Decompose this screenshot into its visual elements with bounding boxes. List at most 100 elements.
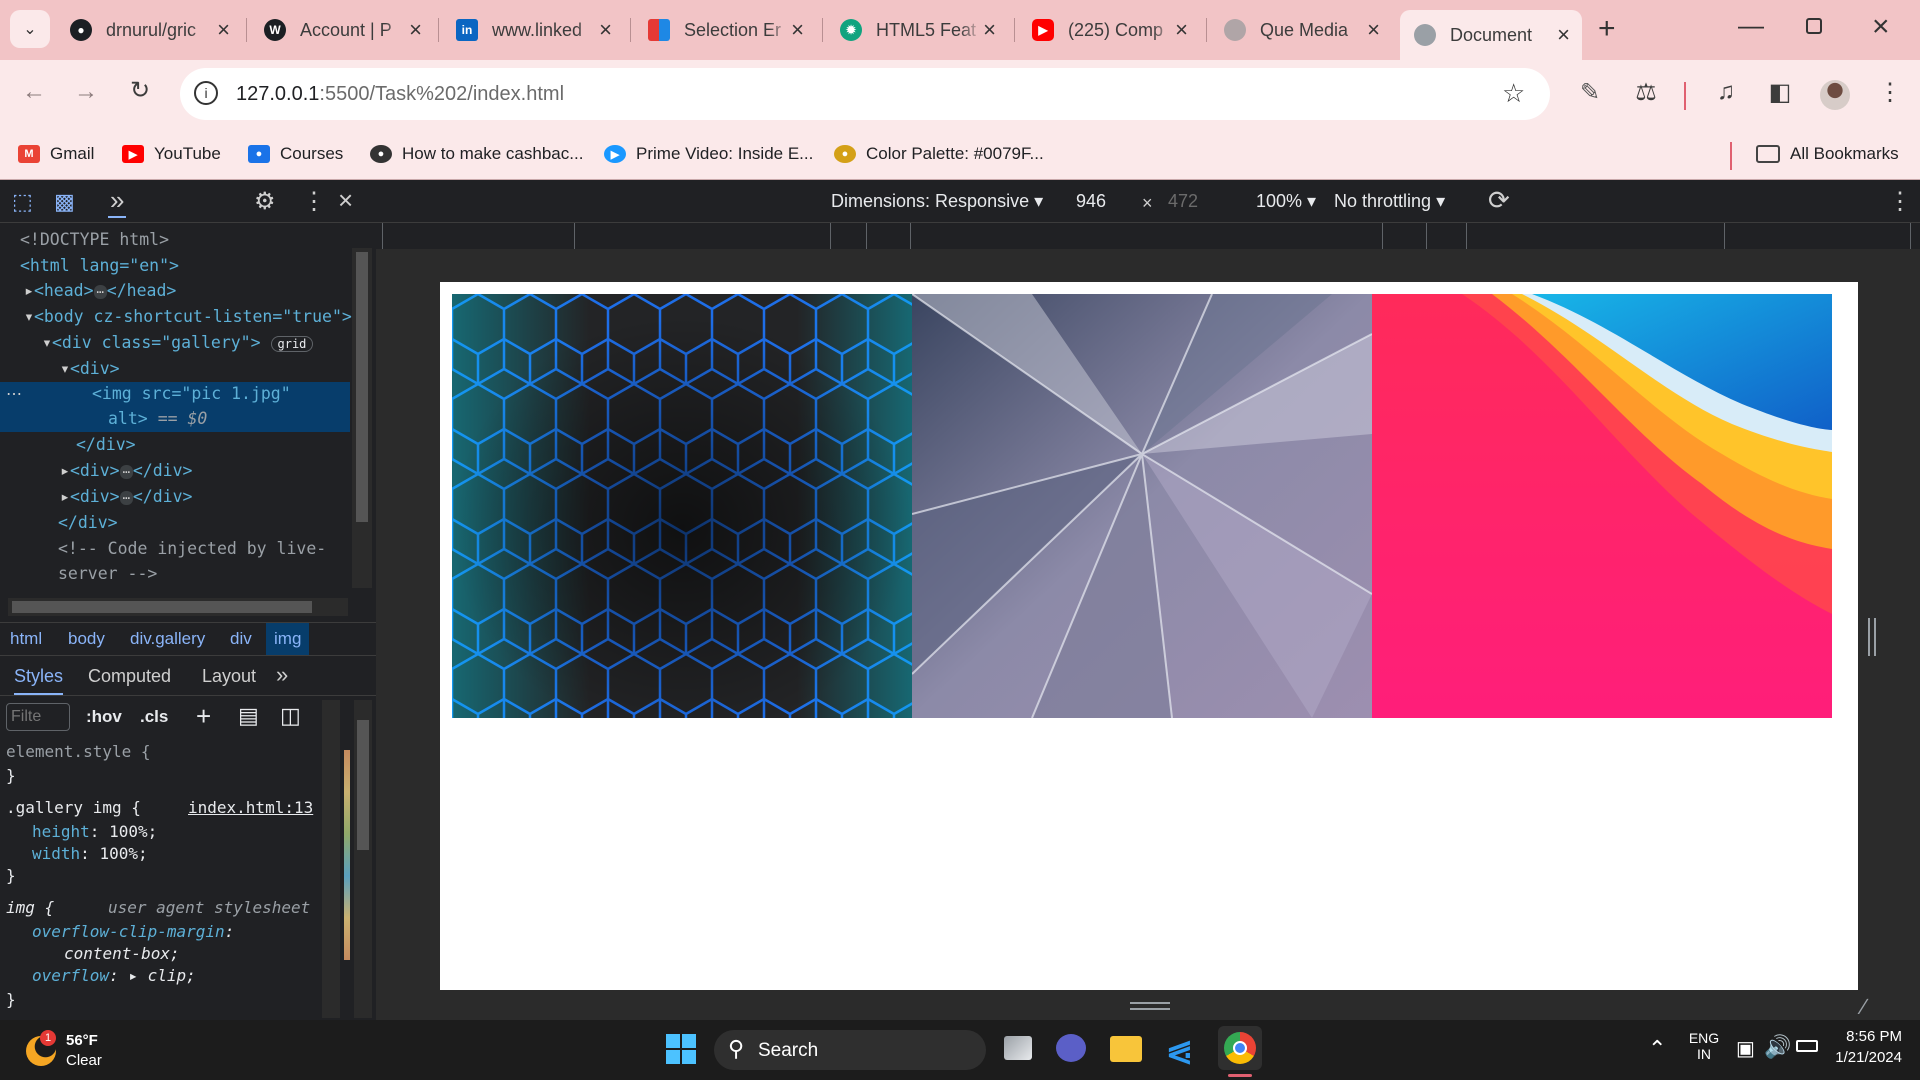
weather-widget[interactable]: 1 56°F Clear	[26, 1030, 146, 1072]
device-options-menu-icon[interactable]: ⋮	[1888, 187, 1912, 216]
breadcrumb-div-gallery[interactable]: div.gallery	[130, 629, 205, 649]
bookmark-gmail[interactable]: M Gmail	[18, 144, 94, 164]
styles-scrollbar[interactable]	[322, 700, 340, 1018]
network-icon[interactable]: ▣	[1736, 1036, 1755, 1061]
throttling-dropdown[interactable]: No throttling ▾	[1334, 191, 1445, 212]
pen-icon[interactable]: ✎	[1570, 78, 1610, 107]
viewport-width-input[interactable]: 946	[1076, 191, 1106, 212]
dom-head[interactable]: ▸<head> ⋯ </head>	[24, 281, 176, 300]
battery-icon[interactable]	[1796, 1040, 1818, 1052]
inspect-element-icon[interactable]: ⬚	[12, 189, 33, 215]
tab-search-button[interactable]: ⌄	[10, 10, 50, 48]
start-button[interactable]	[666, 1034, 696, 1064]
device-toolbar-icon[interactable]: ▩	[54, 189, 75, 215]
gallery-img-selector[interactable]: .gallery img {	[6, 798, 141, 817]
teams-chat-icon[interactable]	[1056, 1034, 1086, 1062]
bookmark-prime-video[interactable]: ▶ Prime Video: Inside E...	[604, 144, 813, 164]
show-hidden-icons[interactable]: ⌃	[1648, 1036, 1666, 1062]
language-indicator[interactable]: ENG IN	[1686, 1030, 1722, 1062]
sidebar-toggle-icon[interactable]: ◫	[280, 703, 301, 729]
paint-brush-icon[interactable]: ▤	[238, 703, 259, 729]
more-tabs-icon[interactable]: »	[108, 185, 127, 218]
bookmark-cashback[interactable]: ● How to make cashbac...	[370, 144, 583, 164]
close-window-button[interactable]: ×	[1872, 10, 1890, 44]
settings-gear-icon[interactable]: ⚙	[254, 187, 276, 216]
back-button[interactable]: ←	[14, 78, 54, 106]
close-tab-icon[interactable]: ×	[1175, 17, 1188, 43]
tab-document[interactable]: Document ×	[1400, 10, 1582, 60]
tab-selection[interactable]: Selection Er ×	[648, 10, 804, 50]
vscode-icon[interactable]: ⪗	[1166, 1032, 1193, 1070]
tab-account[interactable]: W Account | P ×	[264, 10, 422, 50]
reload-button[interactable]: ↻	[120, 76, 160, 105]
breadcrumb-html[interactable]: html	[10, 629, 42, 649]
more-menu-icon[interactable]: ⋮	[1870, 78, 1910, 107]
dimensions-dropdown[interactable]: Dimensions: Responsive ▾	[831, 191, 1043, 212]
close-tab-icon[interactable]: ×	[1367, 17, 1380, 43]
devtools-outer-scrollbar[interactable]	[354, 700, 372, 1018]
zoom-dropdown[interactable]: 100% ▾	[1256, 191, 1316, 212]
tab-linkedin[interactable]: in www.linked ×	[456, 10, 612, 50]
dom-div-open[interactable]: ▾<div>	[60, 359, 120, 378]
dom-img-node-end[interactable]: alt> == $0	[108, 409, 207, 428]
volume-icon[interactable]: 🔊	[1764, 1034, 1791, 1060]
close-tab-icon[interactable]: ×	[409, 17, 422, 43]
dom-gallery[interactable]: ▾<div class="gallery"> grid	[42, 333, 314, 352]
address-bar[interactable]: i 127.0.0.1:5500/Task%202/index.html ☆	[180, 68, 1550, 120]
dom-html[interactable]: <html lang="en">	[20, 256, 179, 275]
forward-button[interactable]: →	[66, 78, 106, 106]
node-actions-ellipsis-icon[interactable]: ⋯	[6, 384, 22, 404]
site-info-icon[interactable]: i	[194, 81, 218, 105]
element-style-rule[interactable]: element.style {	[6, 742, 151, 761]
devtools-menu-icon[interactable]: ⋮	[302, 187, 326, 216]
class-toggle[interactable]: .cls	[140, 707, 168, 727]
viewport-resize-handle-right[interactable]	[1868, 618, 1876, 656]
bookmark-youtube[interactable]: ▶ YouTube	[122, 144, 221, 164]
restore-button[interactable]	[1806, 18, 1822, 34]
file-explorer-icon[interactable]	[1110, 1036, 1142, 1062]
dom-img-node[interactable]: <img src="pic 1.jpg"	[92, 384, 291, 403]
bookmark-color-palette[interactable]: ● Color Palette: #0079F...	[834, 144, 1044, 164]
css-property-height[interactable]: height: 100%;	[32, 822, 157, 841]
grid-badge[interactable]: grid	[270, 336, 314, 352]
dom-scrollbar[interactable]	[352, 248, 372, 588]
close-devtools-icon[interactable]: ×	[338, 185, 353, 216]
rule-source-link[interactable]: index.html:13	[188, 798, 313, 817]
tab-youtube[interactable]: ▶ (225) Comp ×	[1032, 10, 1188, 50]
star-icon[interactable]: ☆	[1502, 78, 1525, 109]
tab-que-media[interactable]: Que Media ×	[1224, 10, 1380, 50]
clock[interactable]: 8:56 PM 1/21/2024	[1830, 1028, 1902, 1066]
dom-body[interactable]: ▾<body cz-shortcut-listen="true">	[24, 307, 352, 326]
close-tab-icon[interactable]: ×	[791, 17, 804, 43]
taskbar-search-box[interactable]: ⚲ Search	[714, 1030, 986, 1070]
dom-div-collapsed[interactable]: ▸<div> ⋯ </div>	[60, 461, 192, 480]
tab-computed[interactable]: Computed	[88, 666, 171, 687]
viewport-resize-handle-bottom[interactable]	[1130, 1002, 1170, 1010]
viewport-resize-corner-icon[interactable]: ∕	[1862, 994, 1866, 1020]
media-control-icon[interactable]: ♫	[1706, 78, 1746, 106]
breadcrumb-div[interactable]: div	[230, 629, 252, 649]
minimize-button[interactable]: —	[1738, 10, 1764, 41]
breadcrumb-img[interactable]: img	[266, 623, 310, 655]
new-style-rule-icon[interactable]: +	[196, 701, 211, 732]
new-tab-button[interactable]: +	[1598, 12, 1616, 46]
close-tab-icon[interactable]: ×	[983, 17, 996, 43]
task-view-icon[interactable]	[1004, 1036, 1032, 1060]
hover-state-toggle[interactable]: :hov	[86, 707, 122, 727]
viewport-height-input[interactable]: 472	[1168, 191, 1198, 212]
side-panel-icon[interactable]: ◧	[1760, 78, 1800, 107]
profile-avatar[interactable]	[1820, 80, 1850, 110]
close-tab-icon[interactable]: ×	[217, 17, 230, 43]
bookmark-courses[interactable]: ● Courses	[248, 144, 343, 164]
extensions-icon[interactable]: ⚖	[1626, 78, 1666, 107]
all-bookmarks-button[interactable]: All Bookmarks	[1756, 144, 1899, 164]
tab-styles[interactable]: Styles	[14, 666, 64, 695]
chrome-icon[interactable]	[1218, 1026, 1262, 1070]
tab-layout[interactable]: Layout	[202, 666, 256, 687]
rotate-icon[interactable]: ⟳	[1488, 185, 1510, 216]
breadcrumb-body[interactable]: body	[68, 629, 105, 649]
tab-github[interactable]: ● drnurul/gric ×	[70, 10, 230, 50]
more-style-tabs-icon[interactable]: »	[276, 662, 288, 688]
dom-div-collapsed[interactable]: ▸<div> ⋯ </div>	[60, 487, 192, 506]
dom-gallery-close[interactable]: </div>	[58, 513, 118, 532]
